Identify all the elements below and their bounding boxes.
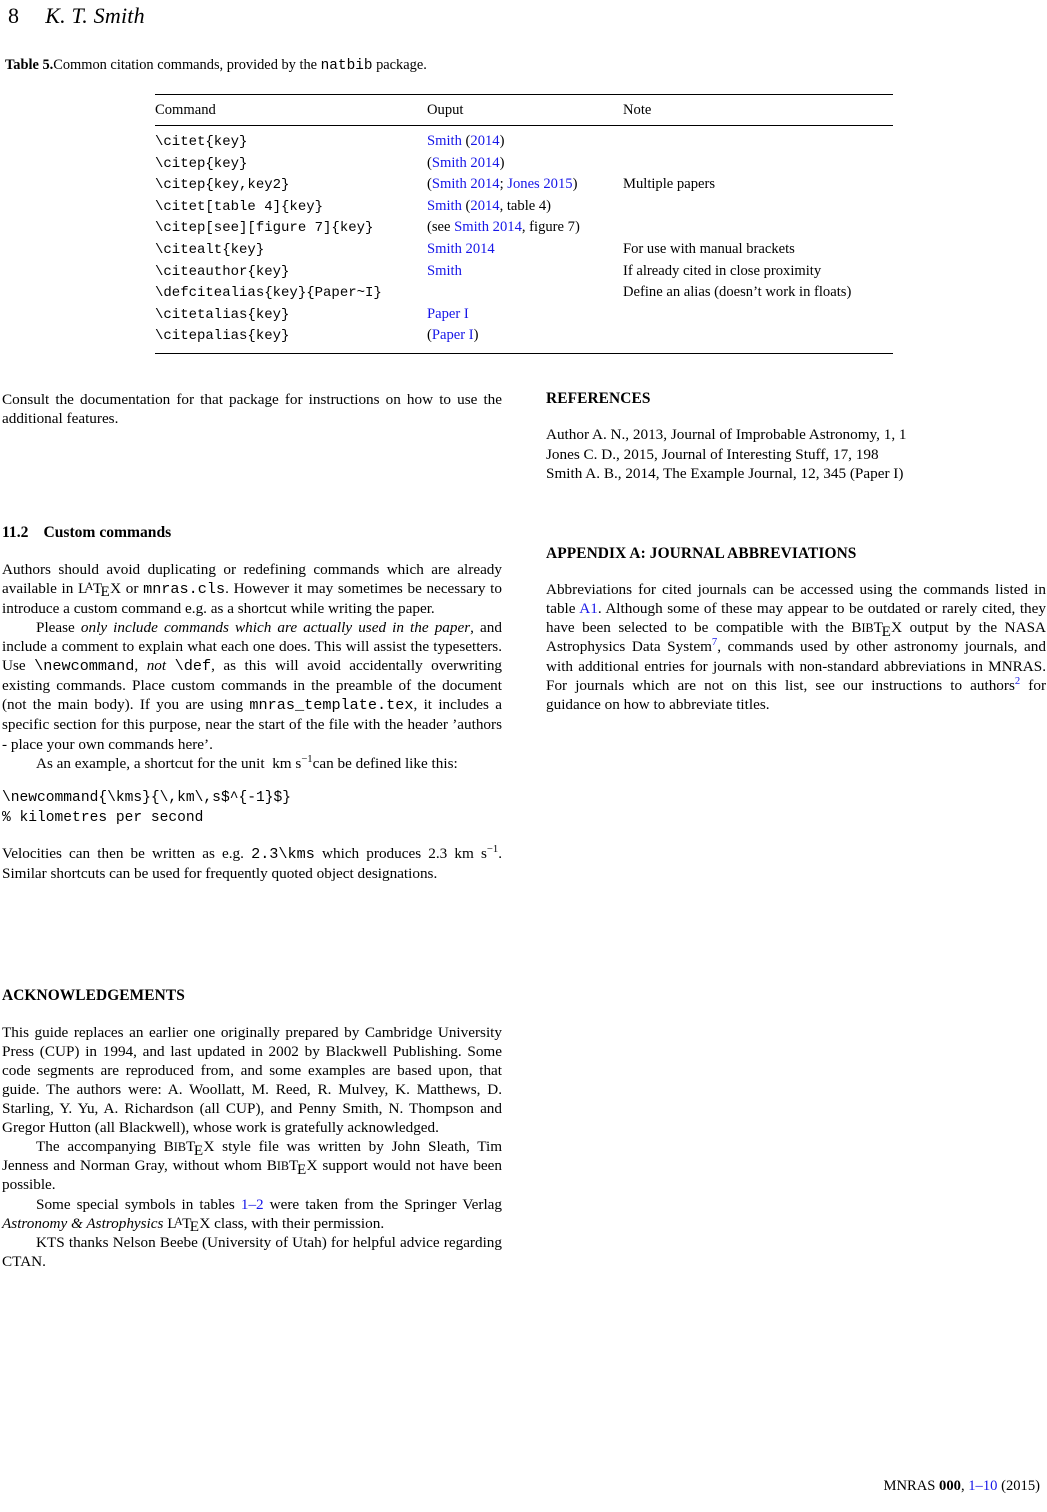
cell-output: Smith (2014, table 4) [427, 197, 552, 214]
column-header-command: Command [155, 102, 216, 118]
cell-note [623, 325, 893, 347]
cell-command: \citep{key} [155, 155, 248, 172]
right-column: REFERENCES Author A. N., 2013, Journal o… [546, 390, 1046, 714]
table-caption: Table 5.Common citation commands, provid… [5, 57, 1005, 76]
table-caption-text-after: package. [372, 57, 427, 73]
table-row: \citeauthor{key} Smith If already cited in… [155, 261, 893, 283]
footer-journal: MNRAS [883, 1478, 936, 1494]
custom-commands-paragraph-4: Velocities can then be written as e.g. 2… [2, 844, 502, 883]
table-caption-code: natbib [320, 58, 373, 74]
acknowledgements-paragraph-3: Some special symbols in tables 1–2 were … [2, 1195, 503, 1235]
column-header-output: Ouput [427, 102, 464, 118]
newcommand-code-block: \newcommand{\kms}{\,km\,s$^{-1}$} % kilo… [2, 789, 292, 827]
code-spacer-top [2, 773, 502, 788]
cell-output [427, 282, 623, 304]
table-row: \citep[see][figure 7]{key} (see Smith 201… [155, 217, 893, 239]
section-heading-custom-commands: 11.2 Custom commands [2, 524, 502, 543]
cell-note: If already cited in close proximity [623, 262, 822, 279]
acknowledgements-paragraph-2: The accompanying BIBTEX style file was w… [2, 1138, 503, 1194]
page-footer: MNRAS 000, 1–10 (2015) [883, 1478, 1040, 1494]
table-body-grid: \citet{key} Smith (2014) \citep{key} (Smith… [155, 126, 893, 353]
custom-commands-paragraph-3: As an example, a shortcut for the unit k… [36, 753, 458, 772]
table-row: \citet[table 4]{key} Smith (2014, table 4… [155, 196, 893, 218]
running-head: 8 K. T. Smith [8, 3, 988, 29]
appendix-heading-spacer [546, 563, 1046, 580]
cell-output: (Smith 2014) [427, 154, 505, 171]
footer-volume: 000 [939, 1478, 961, 1494]
custom-commands-paragraph-1: Authors should avoid duplicating or rede… [2, 560, 502, 618]
cell-note [623, 304, 893, 326]
heading-spacer [2, 543, 502, 560]
cell-note [623, 153, 893, 175]
acknowledgements-heading: ACKNOWLEDGEMENTS [2, 987, 185, 1005]
table-row: \citepalias{key} (Paper I) [155, 325, 893, 347]
acknowledgements-paragraph-1: This guide replaces an earlier one origi… [2, 1023, 502, 1137]
reference-entry: Smith A. B., 2014, The Example Journal, … [546, 464, 904, 482]
table-rule-bottom [155, 352, 893, 354]
cell-output: Smith 2014 [427, 240, 495, 257]
reference-entry: Jones C. D., 2015, Journal of Interestin… [546, 445, 879, 463]
custom-commands-paragraph-2: Please only include commands which are a… [2, 619, 503, 753]
cell-note: Define an alias (doesn’t work in floats) [623, 284, 852, 301]
cell-output: Paper I [427, 305, 469, 322]
table-row: \defcitealias{key}{Paper~I} Define an ali… [155, 282, 893, 304]
references-heading-spacer [546, 408, 1046, 425]
left-column: Consult the documentation for that packa… [2, 390, 502, 1271]
column-header-note: Note [623, 102, 652, 118]
footer-page-range: 1–10 [968, 1478, 998, 1494]
cell-command: \citep[see][figure 7]{key} [155, 220, 374, 237]
table-body: \citet{key} Smith (2014) \citep{key} (Smith… [155, 126, 893, 353]
section-title: Custom commands [43, 524, 172, 542]
references-heading: REFERENCES [546, 390, 651, 407]
cell-command: \citet[table 4]{key} [155, 198, 324, 215]
appendix-spacer [546, 483, 1046, 545]
cell-command: \citeauthor{key} [155, 263, 290, 280]
cell-command: \citealt{key} [155, 241, 265, 258]
appendix-paragraph: Abbreviations for cited journals can be … [546, 581, 1046, 713]
paper-page: 8 K. T. Smith Table 5.Common citation com… [0, 0, 1047, 1512]
cell-command: \citepalias{key} [155, 328, 290, 345]
cell-output: (see Smith 2014, figure 7) [427, 219, 580, 236]
cell-note [623, 196, 893, 218]
cell-output: (Smith 2014; Jones 2015) [427, 176, 578, 193]
cell-note [623, 217, 893, 239]
cell-command: \citet{key} [155, 134, 248, 150]
cell-note: For use with manual brackets [623, 240, 795, 257]
acknowledgements-spacer [2, 883, 502, 987]
cell-output: (Paper I) [427, 327, 479, 344]
cell-command: \citetalias{key} [155, 306, 290, 323]
table-caption-label: Table 5. [5, 57, 54, 73]
footer-year: (2015) [1001, 1478, 1040, 1494]
running-head-author: K. T. Smith [45, 3, 145, 28]
reference-entry: Author A. N., 2013, Journal of Improbabl… [546, 426, 907, 444]
table-row: \citealt{key} Smith 2014 For use with manu… [155, 239, 893, 261]
page-number: 8 [8, 3, 20, 28]
table-header-row: Command Ouput Note [155, 95, 893, 125]
table-grid: Command Ouput Note [155, 95, 893, 125]
cell-command: \citep{key,key2} [155, 177, 290, 194]
cell-note: Multiple papers [623, 176, 716, 193]
section-number: 11.2 [2, 524, 29, 542]
table-row: \citet{key} Smith (2014) [155, 131, 893, 153]
code-spacer-bottom [2, 829, 502, 844]
table-caption-text-before: Common citation commands, provided by th… [53, 57, 321, 73]
cell-command: \defcitealias{key}{Paper~I} [155, 285, 382, 302]
cell-output: Smith (2014) [427, 133, 505, 149]
consult-paragraph: Consult the documentation for that packa… [2, 391, 502, 428]
cell-output: Smith [427, 262, 462, 279]
table-row: \citep{key} (Smith 2014) [155, 153, 893, 175]
references-list: Author A. N., 2013, Journal of Improbabl… [546, 425, 1046, 482]
table-row: \citep{key,key2} (Smith 2014; Jones 2015)… [155, 174, 893, 196]
ack-heading-spacer [2, 1006, 502, 1023]
appendix-heading: APPENDIX A: JOURNAL ABBREVIATIONS [546, 544, 857, 562]
citation-commands-table: Command Ouput Note \citet{key} Smith (201… [155, 94, 893, 354]
table-row: \citetalias{key} Paper I [155, 304, 893, 326]
cell-note [623, 131, 893, 153]
acknowledgements-paragraph-4: KTS thanks Nelson Beebe (University of U… [2, 1233, 502, 1270]
